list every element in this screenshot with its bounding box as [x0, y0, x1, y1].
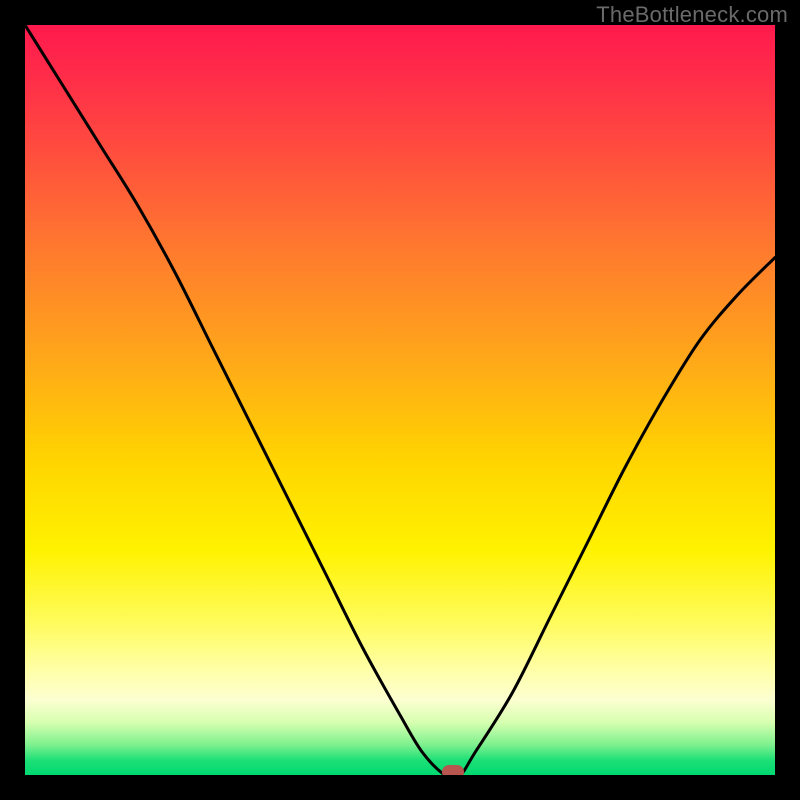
- watermark-text: TheBottleneck.com: [596, 2, 788, 28]
- chart-frame: TheBottleneck.com: [0, 0, 800, 800]
- optimum-marker: [442, 765, 464, 775]
- plot-area: [25, 25, 775, 775]
- curve-layer: [25, 25, 775, 775]
- bottleneck-curve: [25, 25, 775, 775]
